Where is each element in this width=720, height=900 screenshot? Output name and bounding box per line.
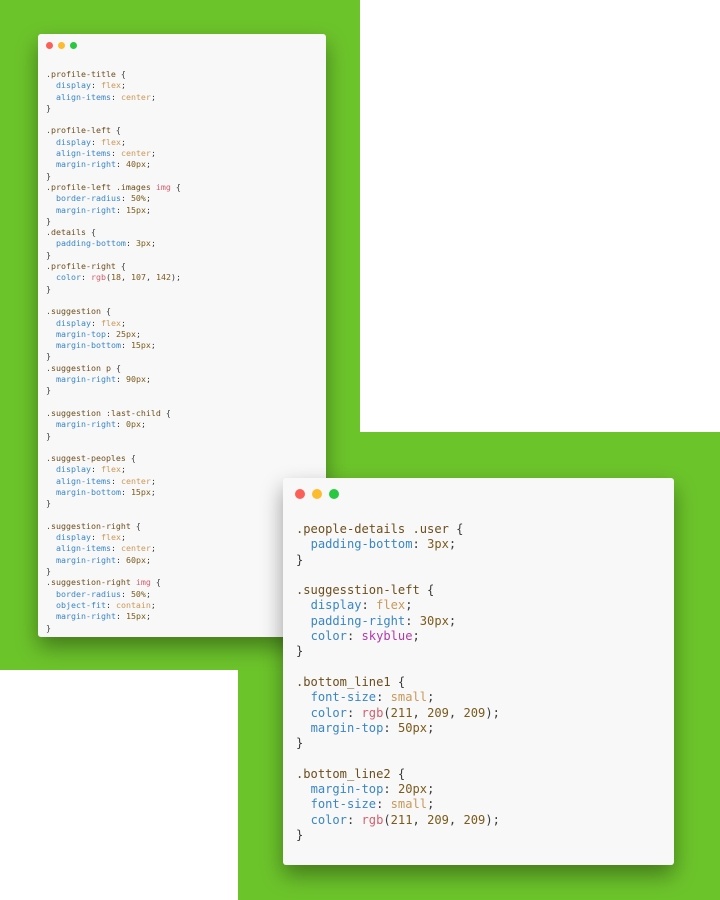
window-controls: [295, 489, 339, 499]
css-code-block: .people-details .user { padding-bottom: …: [296, 522, 500, 842]
close-dot-icon[interactable]: [295, 489, 305, 499]
minimize-dot-icon[interactable]: [58, 42, 65, 49]
maximize-dot-icon[interactable]: [329, 489, 339, 499]
css-code-block: .profile-title { display: flex; align-it…: [46, 69, 181, 633]
window-controls: [46, 42, 77, 49]
minimize-dot-icon[interactable]: [312, 489, 322, 499]
close-dot-icon[interactable]: [46, 42, 53, 49]
maximize-dot-icon[interactable]: [70, 42, 77, 49]
code-window-2: .people-details .user { padding-bottom: …: [283, 478, 674, 865]
